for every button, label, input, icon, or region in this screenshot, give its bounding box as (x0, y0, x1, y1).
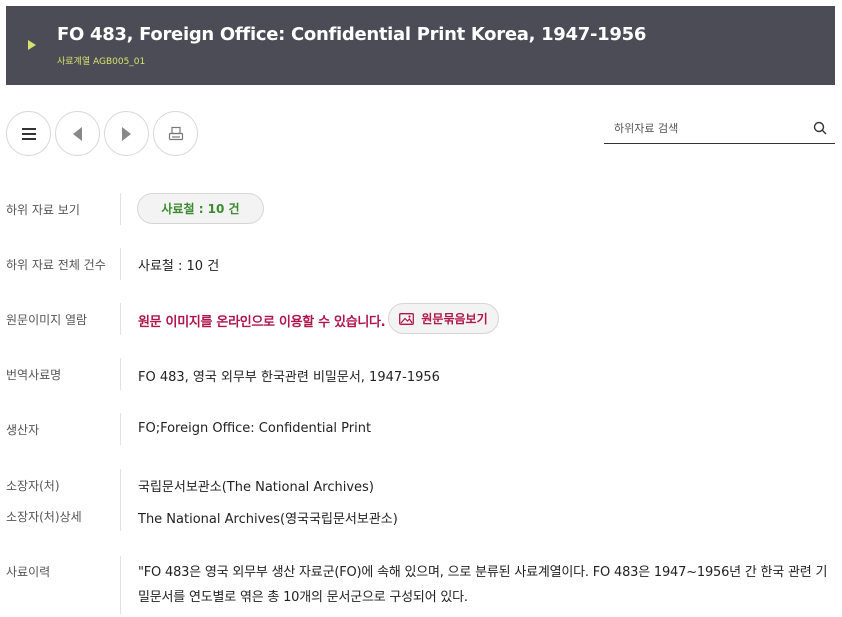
triangle-right-icon (122, 126, 131, 141)
image-view-label: 원문이미지 열람 (6, 313, 88, 327)
print-icon (168, 126, 183, 140)
page-header: FO 483, Foreign Office: Confidential Pri… (6, 6, 835, 85)
series-code: 사료계열 AGB005_01 (57, 57, 146, 67)
play-icon (28, 40, 36, 50)
translated-name-value: FO 483, 영국 외무부 한국관련 비밀문서, 1947-1956 (138, 370, 440, 385)
search-input[interactable] (614, 118, 804, 138)
menu-button[interactable] (6, 111, 51, 156)
holder-value: 국립문서보관소(The National Archives) (138, 480, 374, 495)
creator-value: FO;Foreign Office: Confidential Print (138, 421, 372, 436)
sub-item-search (604, 112, 835, 144)
hamburger-menu-icon (21, 127, 36, 140)
previous-button[interactable] (55, 111, 100, 156)
history-label: 사료이력 (6, 565, 51, 579)
holder-label: 소장자(처) (6, 479, 60, 493)
search-icon[interactable] (813, 121, 827, 135)
divider (120, 248, 121, 280)
divider (120, 193, 121, 225)
total-count-value: 사료철 : 10 건 (138, 259, 220, 274)
page-title: FO 483, Foreign Office: Confidential Pri… (57, 24, 647, 45)
divider (120, 303, 121, 335)
divider (120, 556, 121, 614)
image-available-notice: 원문 이미지를 온라인으로 이용할 수 있습니다. (138, 315, 386, 330)
holder-detail-value: The National Archives(영국국립문서보관소) (138, 512, 398, 527)
image-icon (399, 312, 415, 325)
view-original-bundle-button[interactable]: 원문묶음보기 (388, 303, 499, 334)
divider (120, 358, 121, 390)
history-value: "FO 483은 영국 외무부 생산 자료군(FO)에 속해 있으며, 으로 분… (138, 565, 828, 605)
view-original-bundle-label: 원문묶음보기 (421, 312, 488, 326)
divider (120, 413, 121, 445)
translated-name-label: 번역사료명 (6, 368, 62, 382)
print-button[interactable] (153, 111, 198, 156)
triangle-left-icon (73, 126, 82, 141)
divider (120, 469, 121, 531)
next-button[interactable] (104, 111, 149, 156)
total-count-label: 하위 자료 전체 건수 (6, 258, 106, 272)
sub-items-label: 하위 자료 보기 (6, 203, 80, 217)
creator-label: 생산자 (6, 423, 40, 437)
holder-detail-label: 소장자(처)상세 (6, 510, 82, 524)
sub-items-button[interactable]: 사료철 : 10 건 (137, 193, 264, 224)
